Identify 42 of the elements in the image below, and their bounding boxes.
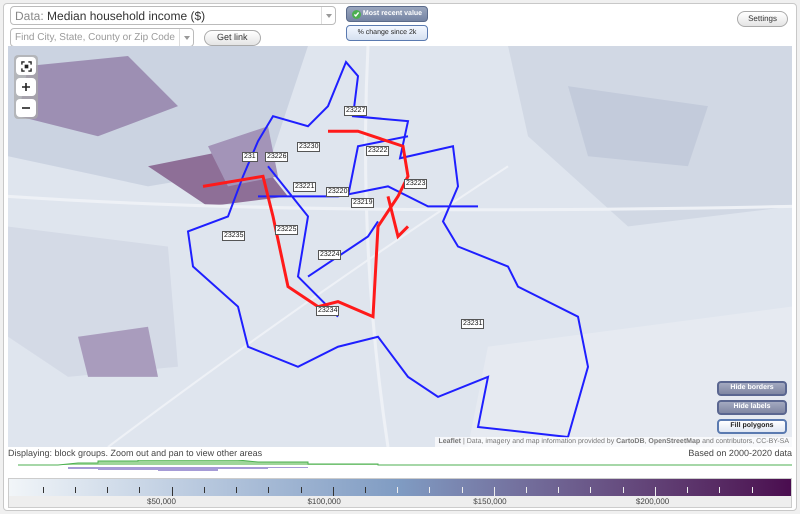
settings-button[interactable]: Settings xyxy=(737,11,788,27)
legend-tick xyxy=(526,487,528,493)
caret-icon xyxy=(184,36,190,40)
check-icon xyxy=(352,10,361,18)
legend-tick xyxy=(236,487,238,493)
legend-tick xyxy=(558,487,560,493)
legend-tick xyxy=(42,487,44,493)
legend-tick xyxy=(752,487,753,493)
data-range-note: Based on 2000-2020 data xyxy=(688,447,792,460)
legend-tick xyxy=(139,487,140,493)
legend-tick xyxy=(397,487,398,493)
displaying-note: Displaying: block groups. Zoom out and pan to view other areas xyxy=(8,447,262,460)
fit-extent-icon xyxy=(20,60,32,72)
get-link-button[interactable]: Get link xyxy=(204,30,261,46)
plus-icon xyxy=(22,83,30,91)
caret-icon xyxy=(326,14,332,18)
legend-tick xyxy=(300,487,302,493)
legend-tick xyxy=(622,487,624,493)
legend-tick xyxy=(590,487,592,493)
zoom-out-button[interactable] xyxy=(16,99,36,117)
location-search-field[interactable]: Find City, State, County or Zip Code xyxy=(10,28,194,47)
legend-label: $50,000 xyxy=(147,496,176,508)
legend-tick xyxy=(75,487,76,493)
fit-extent-button[interactable] xyxy=(16,57,36,75)
legend-tick xyxy=(332,487,334,496)
legend-tick xyxy=(654,487,656,496)
legend-label: $150,000 xyxy=(473,496,507,508)
legend-tick xyxy=(268,487,270,493)
legend-tick xyxy=(204,487,205,493)
legend-tick xyxy=(462,487,463,493)
legend-tick xyxy=(494,487,495,496)
zoom-in-button[interactable] xyxy=(16,78,36,96)
legend-tick xyxy=(687,487,688,493)
legend-tick xyxy=(364,487,366,493)
minus-icon xyxy=(22,104,30,112)
legend-tick xyxy=(172,487,173,496)
legend-tick xyxy=(429,487,430,493)
legend-tick xyxy=(719,487,720,493)
data-select[interactable]: Data: Median household income ($) xyxy=(10,6,336,25)
legend-label: $200,000 xyxy=(636,496,670,508)
legend-tick xyxy=(107,487,108,493)
legend-label: $100,000 xyxy=(307,496,341,508)
